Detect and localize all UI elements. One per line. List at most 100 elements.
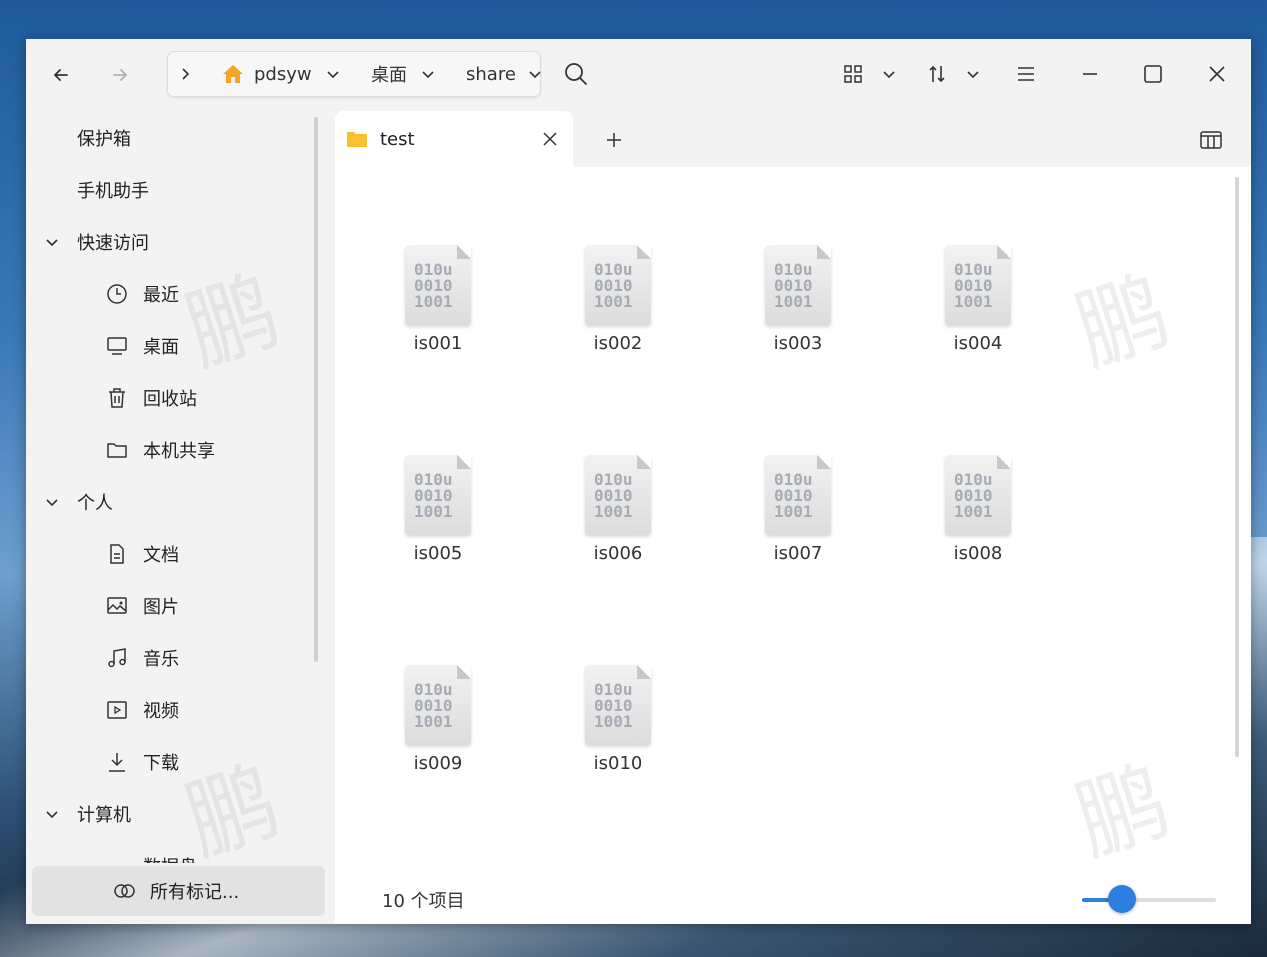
file-item[interactable]: 010u 0010 1001 is003 bbox=[735, 245, 855, 375]
breadcrumb[interactable]: pdsyw 桌面 share bbox=[167, 51, 541, 97]
sidebar-item-local-share[interactable]: 本机共享 bbox=[26, 427, 316, 473]
download-icon bbox=[105, 750, 129, 774]
file-item[interactable]: 010u 0010 1001 is007 bbox=[735, 455, 855, 585]
detail-view-button[interactable] bbox=[1197, 127, 1225, 153]
binary-file-icon: 010u 0010 1001 bbox=[405, 455, 471, 535]
binary-file-icon: 010u 0010 1001 bbox=[585, 665, 651, 745]
file-name: is005 bbox=[413, 543, 463, 564]
sidebar-item-recent[interactable]: 最近 bbox=[26, 271, 316, 317]
sort-button[interactable] bbox=[921, 58, 953, 90]
binary-file-icon: 010u 0010 1001 bbox=[585, 455, 651, 535]
folder-icon bbox=[105, 438, 129, 462]
file-icon-glyph: 010u 0010 1001 bbox=[594, 470, 633, 521]
sidebar-item-pictures[interactable]: 图片 bbox=[26, 583, 316, 629]
file-icon-glyph: 010u 0010 1001 bbox=[414, 680, 453, 731]
content-scrollbar[interactable] bbox=[1235, 177, 1239, 757]
home-icon bbox=[223, 65, 243, 83]
file-icon-glyph: 010u 0010 1001 bbox=[954, 260, 993, 311]
breadcrumb-label: share bbox=[466, 63, 516, 85]
file-item[interactable]: 010u 0010 1001 is008 bbox=[915, 455, 1035, 585]
back-button[interactable] bbox=[45, 59, 77, 91]
grid-view-icon bbox=[844, 65, 862, 83]
sidebar-item-downloads[interactable]: 下载 bbox=[26, 739, 316, 785]
file-name: is003 bbox=[773, 333, 823, 354]
tab-test[interactable]: test bbox=[335, 111, 573, 167]
sidebar-group-personal[interactable]: 个人 bbox=[26, 479, 316, 525]
sidebar-item-label: 视频 bbox=[143, 701, 179, 722]
clock-icon bbox=[105, 282, 129, 306]
file-name: is006 bbox=[593, 543, 643, 564]
new-tab-button[interactable] bbox=[601, 127, 627, 153]
file-icon-glyph: 010u 0010 1001 bbox=[954, 470, 993, 521]
minimize-icon bbox=[1083, 73, 1097, 75]
video-icon bbox=[105, 698, 129, 722]
file-item[interactable]: 010u 0010 1001 is006 bbox=[555, 455, 675, 585]
sidebar-group-computer[interactable]: 计算机 bbox=[26, 791, 316, 837]
sidebar-item-trash[interactable]: 回收站 bbox=[26, 375, 316, 421]
breadcrumb-item-desktop[interactable]: 桌面 bbox=[371, 52, 435, 96]
chevron-down-icon bbox=[883, 71, 895, 79]
file-name: is008 bbox=[953, 543, 1003, 564]
sidebar-item-label: 最近 bbox=[143, 285, 179, 306]
sidebar-group-label: 个人 bbox=[77, 493, 113, 514]
sidebar-item-videos[interactable]: 视频 bbox=[26, 687, 316, 733]
chevron-down-icon[interactable] bbox=[45, 235, 59, 249]
sidebar-scrollbar[interactable] bbox=[314, 117, 318, 662]
sidebar-item-documents[interactable]: 文档 bbox=[26, 531, 316, 577]
zoom-slider-track[interactable] bbox=[1082, 898, 1216, 902]
main-menu-button[interactable] bbox=[1010, 58, 1042, 90]
title-bar: pdsyw 桌面 share bbox=[26, 39, 1251, 109]
all-tags-button[interactable]: 所有标记... bbox=[32, 866, 325, 916]
file-name: is009 bbox=[413, 753, 463, 774]
breadcrumb-expand-button[interactable] bbox=[178, 52, 192, 96]
sidebar-group-label: 计算机 bbox=[77, 805, 131, 826]
chevron-right-icon bbox=[182, 68, 190, 80]
minimize-button[interactable] bbox=[1074, 58, 1106, 90]
file-view[interactable]: 010u 0010 1001 is001 010u 0010 1001 is002 01… bbox=[335, 167, 1251, 924]
binary-file-icon: 010u 0010 1001 bbox=[405, 245, 471, 325]
view-mode-button[interactable] bbox=[837, 58, 869, 90]
plus-icon bbox=[607, 133, 621, 147]
maximize-icon bbox=[1144, 65, 1162, 83]
file-item[interactable]: 010u 0010 1001 is001 bbox=[375, 245, 495, 375]
file-item[interactable]: 010u 0010 1001 is009 bbox=[375, 665, 495, 795]
file-manager-window: pdsyw 桌面 share 保护箱 手机助手 快速访问 最近 桌面 回收站 本… bbox=[26, 39, 1251, 924]
file-icon-glyph: 010u 0010 1001 bbox=[774, 470, 813, 521]
maximize-button[interactable] bbox=[1137, 58, 1169, 90]
chevron-down-icon[interactable] bbox=[45, 807, 59, 821]
sidebar-item-vault[interactable]: 保护箱 bbox=[26, 115, 316, 161]
file-item[interactable]: 010u 0010 1001 is004 bbox=[915, 245, 1035, 375]
search-button[interactable] bbox=[560, 58, 592, 90]
columns-icon bbox=[1200, 131, 1222, 149]
sidebar-group-quick-access[interactable]: 快速访问 bbox=[26, 219, 316, 265]
sidebar-item-desktop[interactable]: 桌面 bbox=[26, 323, 316, 369]
breadcrumb-item-home[interactable]: pdsyw bbox=[222, 52, 340, 96]
sidebar-item-label: 本机共享 bbox=[143, 441, 215, 462]
breadcrumb-item-share[interactable]: share bbox=[466, 52, 542, 96]
close-button[interactable] bbox=[1201, 58, 1233, 90]
file-item[interactable]: 010u 0010 1001 is005 bbox=[375, 455, 495, 585]
sidebar-item-data-disk[interactable]: 数据盘 bbox=[26, 843, 316, 863]
document-icon bbox=[105, 542, 129, 566]
trash-icon bbox=[105, 386, 129, 410]
file-item[interactable]: 010u 0010 1001 is002 bbox=[555, 245, 675, 375]
close-icon bbox=[1209, 66, 1225, 82]
chevron-down-icon[interactable] bbox=[421, 67, 435, 81]
file-name: is002 bbox=[593, 333, 643, 354]
file-icon-glyph: 010u 0010 1001 bbox=[414, 470, 453, 521]
forward-button[interactable] bbox=[104, 59, 136, 91]
chevron-down-icon[interactable] bbox=[528, 67, 542, 81]
file-icon-glyph: 010u 0010 1001 bbox=[774, 260, 813, 311]
chevron-down-icon[interactable] bbox=[45, 495, 59, 509]
close-icon[interactable] bbox=[542, 131, 558, 147]
chevron-down-icon[interactable] bbox=[326, 67, 340, 81]
folder-icon bbox=[347, 132, 367, 147]
image-icon bbox=[105, 594, 129, 618]
zoom-slider-handle[interactable] bbox=[1108, 885, 1137, 913]
sidebar-item-music[interactable]: 音乐 bbox=[26, 635, 316, 681]
sort-dropdown[interactable] bbox=[957, 58, 989, 90]
file-item[interactable]: 010u 0010 1001 is010 bbox=[555, 665, 675, 795]
sidebar-item-phone-assistant[interactable]: 手机助手 bbox=[26, 167, 316, 213]
sidebar-item-label: 音乐 bbox=[143, 649, 179, 670]
view-mode-dropdown[interactable] bbox=[873, 58, 905, 90]
